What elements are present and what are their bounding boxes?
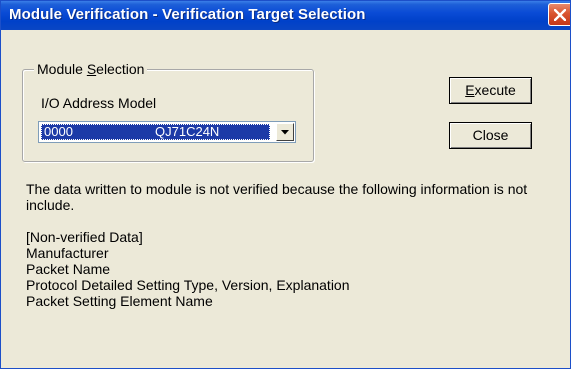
module-select-dropdown[interactable]: 0000 QJ71C24N — [38, 121, 296, 143]
dialog-window: Module Verification - Verification Targe… — [0, 0, 571, 369]
window-title: Module Verification - Verification Targe… — [9, 6, 366, 23]
close-window-button[interactable] — [548, 3, 570, 26]
module-selection-group — [22, 69, 314, 162]
non-verified-data-header: [Non-verified Data] — [26, 229, 143, 245]
io-address-model-label: I/O Address Model — [41, 95, 157, 111]
selected-module-value: 0000 QJ71C24N — [41, 124, 270, 140]
message-line-1: The data written to module is not verifi… — [26, 181, 528, 197]
close-button[interactable]: Close — [449, 122, 532, 149]
list-item: Packet Setting Element Name — [26, 293, 213, 309]
list-item: Protocol Detailed Setting Type, Version,… — [26, 277, 350, 293]
list-item: Packet Name — [26, 261, 111, 277]
list-item: Manufacturer — [26, 245, 109, 261]
module-selection-legend: Module Selection — [34, 61, 148, 77]
execute-button[interactable]: Execute — [449, 77, 532, 104]
close-icon — [554, 9, 566, 21]
chevron-down-icon — [281, 130, 289, 135]
message-line-2: include. — [26, 197, 75, 213]
selected-model: QJ71C24N — [155, 124, 220, 139]
message-text: The data written to module is not verifi… — [26, 181, 556, 309]
dropdown-button[interactable] — [276, 123, 294, 141]
selected-io-address: 0000 — [44, 124, 73, 139]
title-bar[interactable]: Module Verification - Verification Targe… — [1, 1, 570, 30]
